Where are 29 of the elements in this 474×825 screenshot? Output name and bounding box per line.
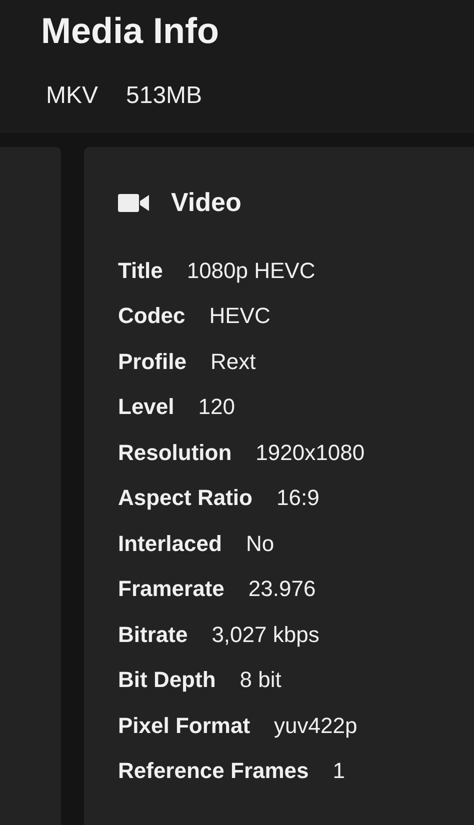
- property-label: Bit Depth: [118, 667, 216, 694]
- property-value: Rext: [210, 348, 256, 375]
- property-label: Level: [118, 394, 174, 420]
- property-value: 3,027 kbps: [212, 622, 320, 648]
- property-label: Aspect Ratio: [118, 485, 252, 512]
- property-value: 8 bit: [240, 667, 282, 694]
- property-label: Title: [118, 258, 163, 284]
- property-value: HEVC: [209, 303, 270, 330]
- video-camera-icon: [118, 192, 149, 212]
- property-label: Reference Frames: [118, 758, 309, 784]
- section-title: Video: [171, 187, 242, 218]
- property-value: 120: [198, 394, 235, 420]
- property-value: 16:9: [276, 485, 320, 512]
- property-label: Bitrate: [118, 622, 188, 648]
- page-title: Media Info: [41, 9, 220, 53]
- property-value: 23.976: [248, 576, 316, 602]
- property-label: Framerate: [118, 576, 224, 602]
- property-label: Profile: [118, 348, 186, 375]
- property-value: 1: [332, 758, 346, 784]
- property-value: 1920x1080: [256, 440, 365, 466]
- property-label: Resolution: [118, 440, 232, 466]
- property-label: Codec: [118, 303, 186, 330]
- property-label: Pixel Format: [118, 712, 250, 739]
- file-info: MKV: [46, 82, 98, 110]
- property-value: 1080p HEVC: [186, 258, 316, 284]
- property-value: yuv422p: [274, 712, 358, 739]
- property-value: No: [246, 530, 274, 557]
- file-info: 513MB: [126, 82, 202, 110]
- property-label: Interlaced: [118, 530, 222, 557]
